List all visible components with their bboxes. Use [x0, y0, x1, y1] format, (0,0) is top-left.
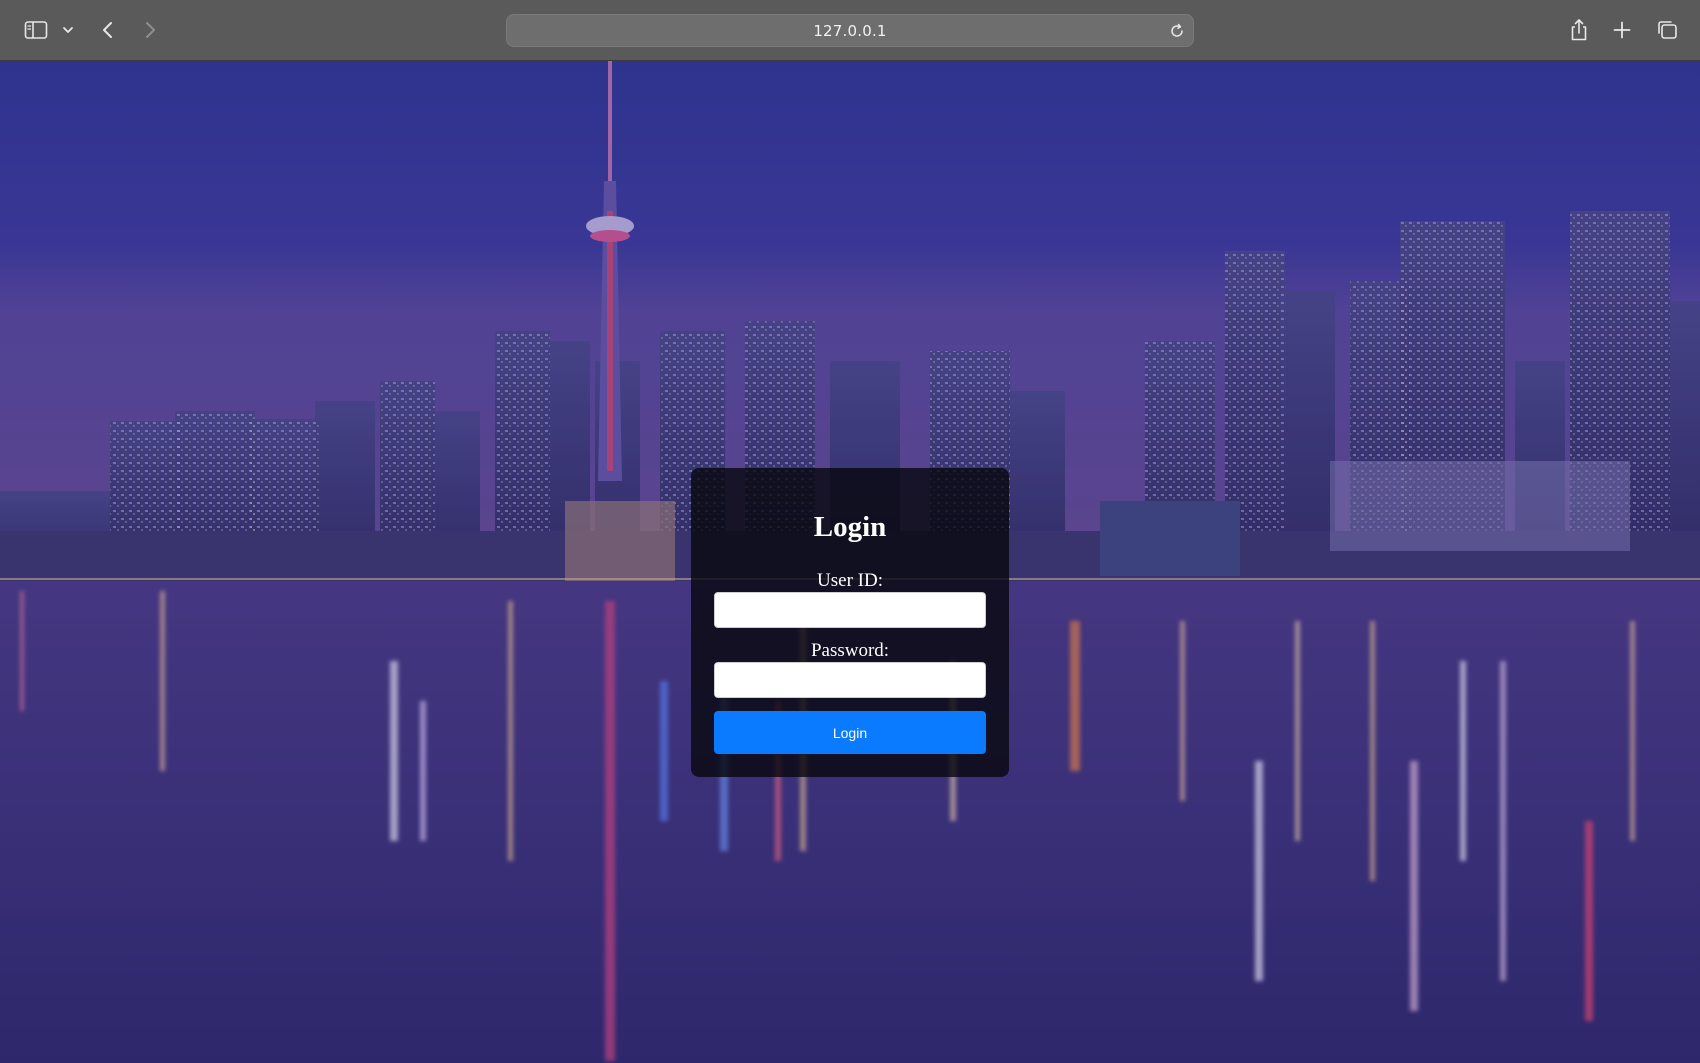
browser-toolbar: 127.0.0.1: [0, 0, 1700, 61]
chevron-down-icon: [63, 27, 73, 33]
reload-button[interactable]: [1167, 21, 1187, 41]
login-card: Login User ID: Password: Login: [691, 468, 1009, 777]
page-viewport: Login User ID: Password: Login: [0, 61, 1700, 1063]
share-icon: [1571, 19, 1587, 41]
password-input[interactable]: [714, 662, 986, 698]
user-id-input[interactable]: [714, 592, 986, 628]
plus-icon: [1613, 21, 1631, 39]
tabs-overview-icon: [1658, 21, 1677, 39]
sidebar-icon: [24, 21, 48, 39]
user-id-label: User ID:: [817, 570, 883, 591]
back-button[interactable]: [98, 14, 118, 46]
login-button[interactable]: Login: [714, 711, 986, 754]
chevron-left-icon: [103, 22, 112, 38]
share-button[interactable]: [1568, 14, 1590, 46]
sidebar-toggle-button[interactable]: [22, 14, 50, 46]
address-bar[interactable]: 127.0.0.1: [506, 14, 1194, 47]
tab-overview-button[interactable]: [1655, 14, 1679, 46]
chevron-right-icon: [146, 22, 155, 38]
password-label: Password:: [810, 640, 890, 661]
reload-icon: [1171, 23, 1183, 37]
new-tab-button[interactable]: [1611, 14, 1633, 46]
url-text: 127.0.0.1: [813, 21, 887, 40]
login-title: Login: [813, 511, 887, 543]
sidebar-menu-button[interactable]: [61, 14, 75, 46]
forward-button[interactable]: [140, 14, 160, 46]
